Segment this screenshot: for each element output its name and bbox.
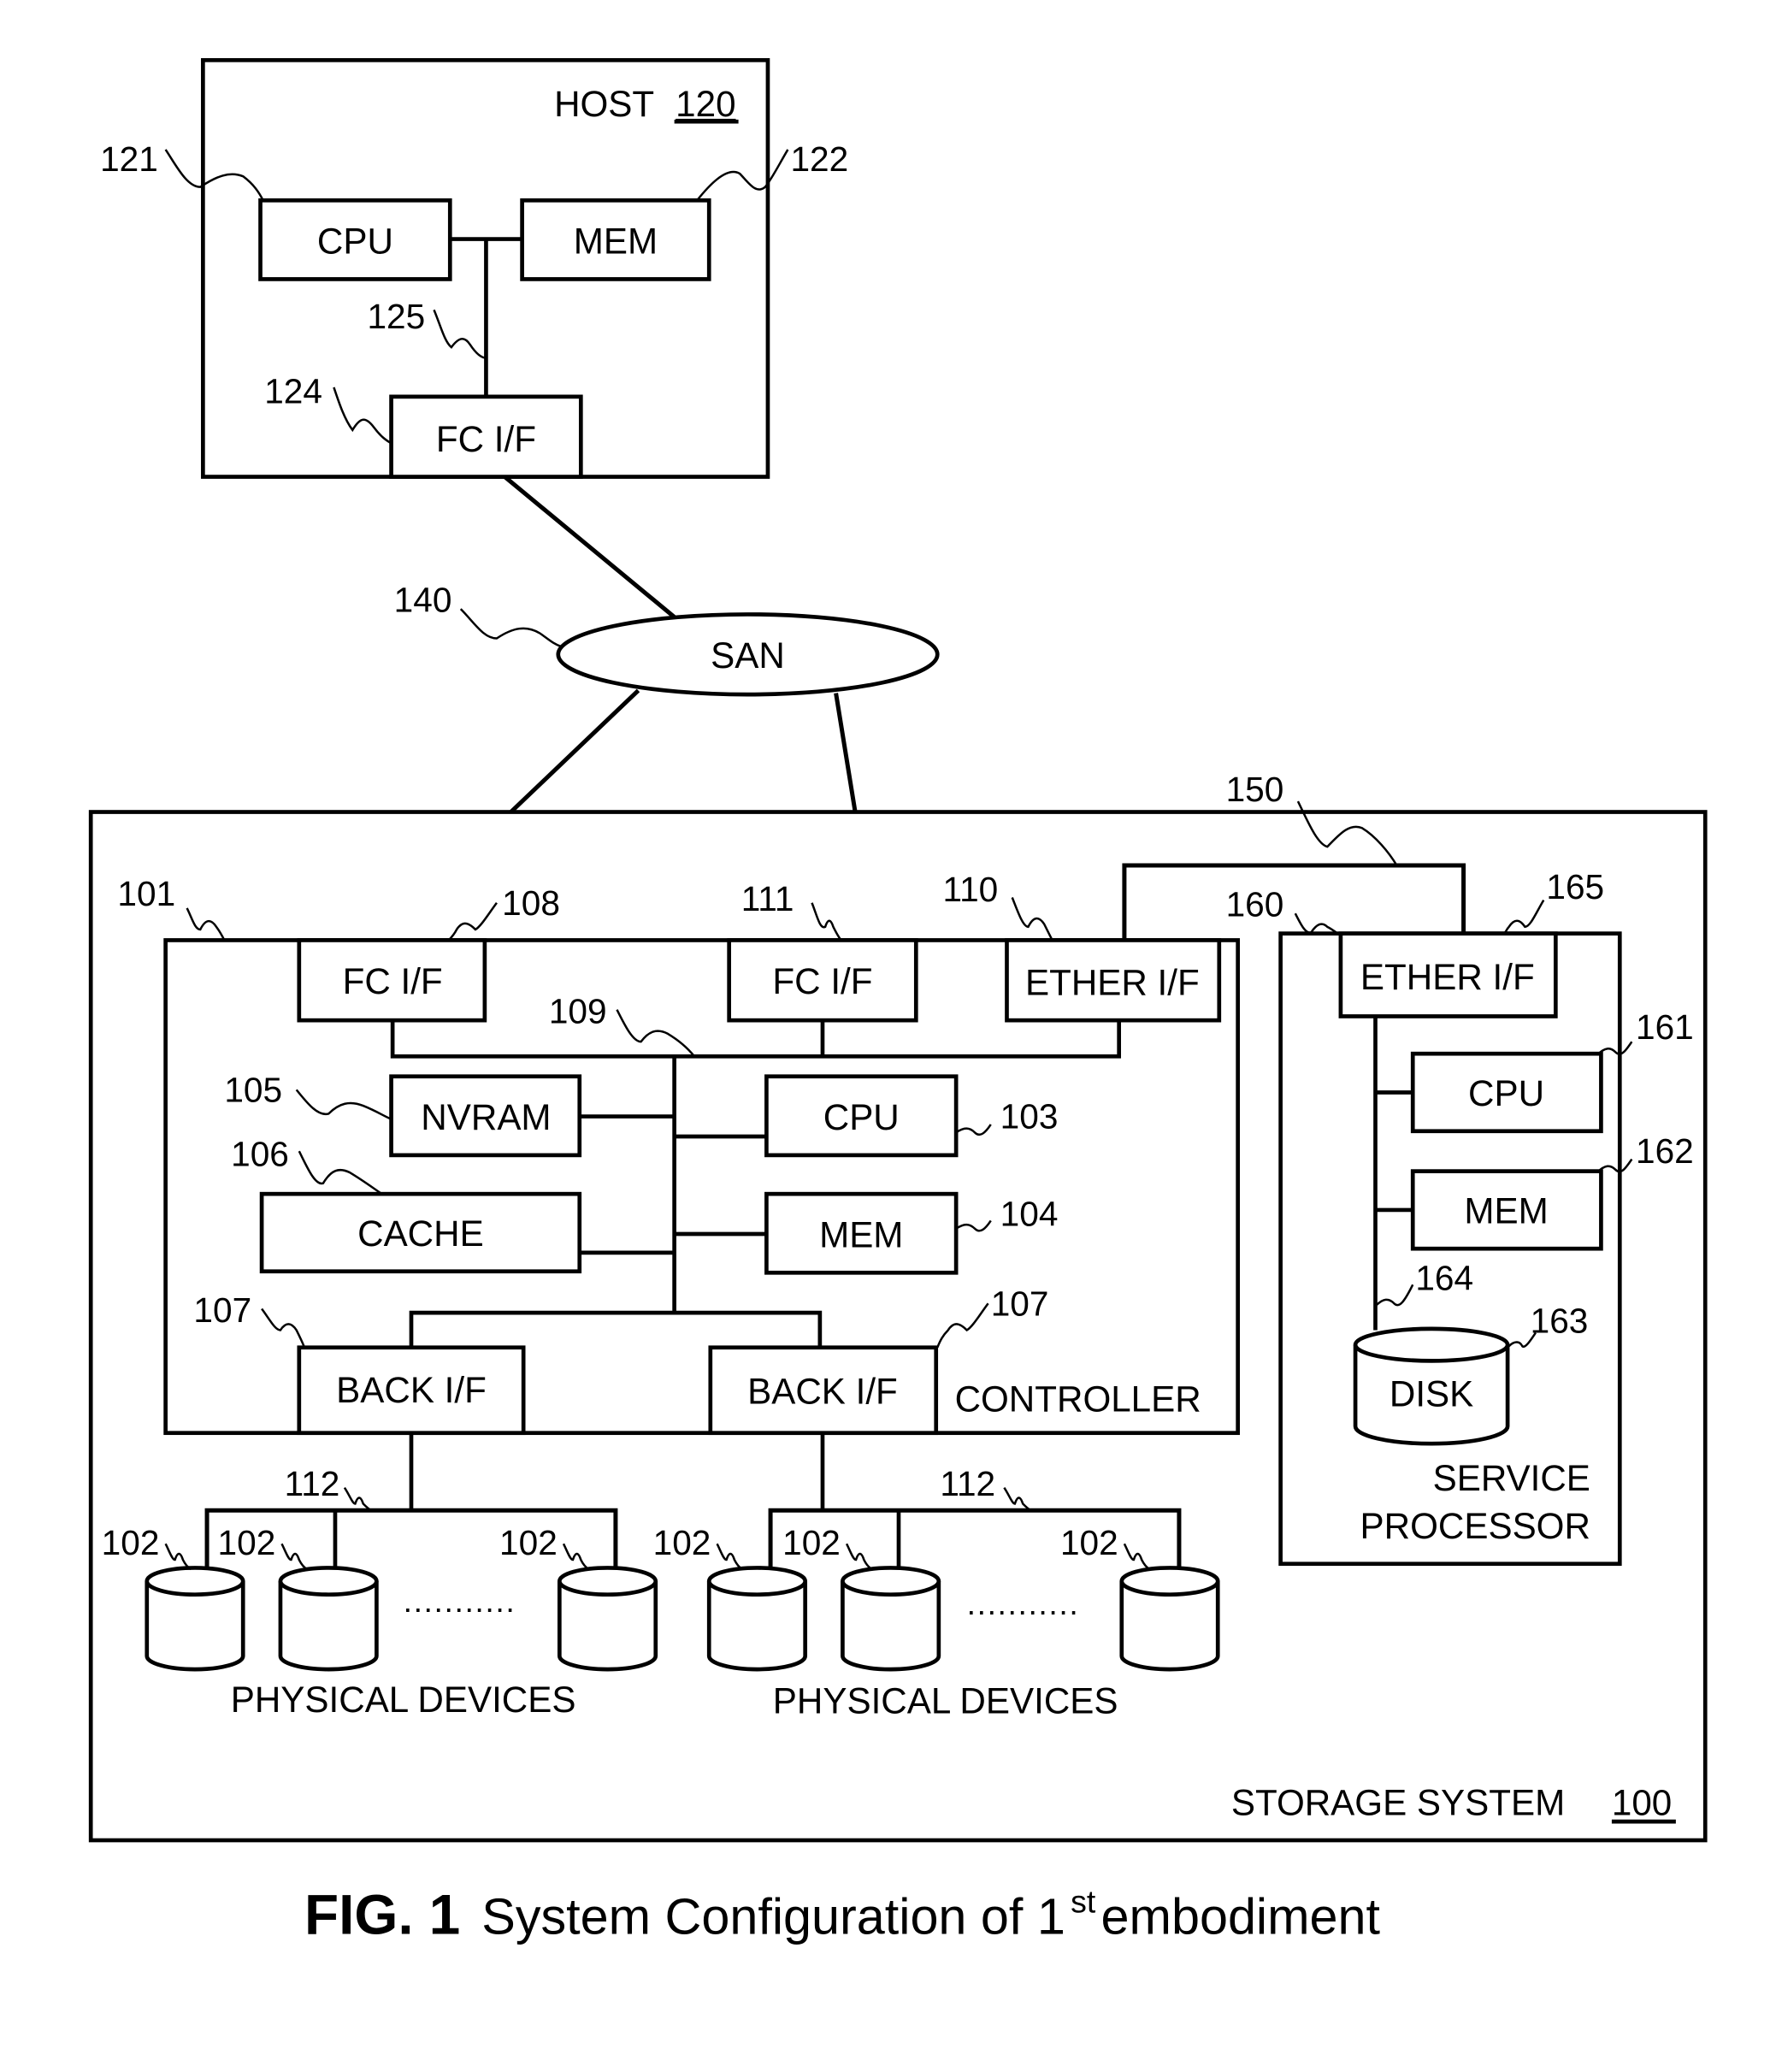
group2-ellipsis: ........... <box>967 1585 1080 1621</box>
physical-device-ref: 102 <box>782 1523 841 1562</box>
san-label: SAN <box>711 635 785 676</box>
ref-108: 108 <box>502 883 560 923</box>
ref-140: 140 <box>394 580 452 619</box>
controller-back-if-1-label: BACK I/F <box>336 1370 487 1410</box>
svg-text:FIG. 1 System Configurat: FIG. 1 System Configuration of 1 st embo… <box>304 1883 1380 1945</box>
controller-fc-if-111-label: FC I/F <box>772 961 872 1001</box>
ref-111: 111 <box>741 879 794 918</box>
group1-ellipsis: ........... <box>404 1583 516 1619</box>
physical-device-ref: 102 <box>1060 1523 1118 1562</box>
ref-124: 124 <box>264 372 322 411</box>
sp-ether-if-label: ETHER I/F <box>1360 957 1535 997</box>
caption-fig-number: FIG. 1 <box>304 1883 460 1945</box>
controller-nvram-label: NVRAM <box>421 1097 551 1137</box>
physical-device-ref: 102 <box>499 1523 558 1562</box>
service-processor-label-line2: PROCESSOR <box>1360 1506 1590 1546</box>
ref-106: 106 <box>231 1134 289 1173</box>
host-mem-label: MEM <box>574 221 658 262</box>
system-configuration-diagram: HOST 120 CPU MEM FC I/F 121 122 125 124 … <box>88 57 1708 1945</box>
controller-mem-label: MEM <box>819 1215 903 1255</box>
physical-device-icon <box>706 1566 808 1672</box>
controller-fc-if-108-label: FC I/F <box>343 961 443 1001</box>
group1-label: PHYSICAL DEVICES <box>231 1679 576 1720</box>
caption-text: System Configuration of 1 <box>481 1887 1065 1945</box>
sp-cpu-label: CPU <box>1468 1073 1544 1113</box>
physical-device-icon <box>145 1566 245 1672</box>
host-fc-if-label: FC I/F <box>436 419 536 459</box>
storage-title: STORAGE SYSTEM <box>1231 1782 1565 1822</box>
ref-109: 109 <box>549 991 607 1030</box>
ref-160: 160 <box>1226 884 1284 924</box>
ref-162: 162 <box>1636 1131 1694 1171</box>
san-cloud: SAN 140 <box>394 580 940 697</box>
ref-161: 161 <box>1636 1007 1694 1047</box>
ref-164: 164 <box>1415 1259 1473 1298</box>
controller-ether-if-label: ETHER I/F <box>1025 962 1200 1002</box>
ref-107-left: 107 <box>193 1290 251 1330</box>
ref-125: 125 <box>367 297 425 336</box>
ref-122: 122 <box>790 139 848 179</box>
figure-caption: FIG. 1 System Configuration of 1 st embo… <box>304 1883 1380 1945</box>
leader-140 <box>459 608 562 648</box>
group1-bus-ref: 112 <box>285 1464 340 1503</box>
caption-text-end: embodiment <box>1101 1887 1381 1945</box>
sp-mem-label: MEM <box>1464 1191 1548 1231</box>
host-box: HOST 120 CPU MEM FC I/F 121 122 125 124 <box>100 57 848 479</box>
ref-150: 150 <box>1226 770 1284 809</box>
physical-device-ref: 102 <box>102 1523 160 1562</box>
controller-box: CONTROLLER 101 FC I/F 108 FC I/F 111 ETH… <box>117 870 1240 1436</box>
group2-label: PHYSICAL DEVICES <box>773 1681 1118 1721</box>
ref-107-right: 107 <box>991 1284 1049 1323</box>
controller-cache-label: CACHE <box>357 1213 484 1254</box>
sp-disk-label: DISK <box>1390 1373 1473 1414</box>
ref-105: 105 <box>224 1070 282 1109</box>
physical-device-ref: 102 <box>653 1523 711 1562</box>
physical-device-icon <box>1119 1566 1220 1672</box>
group2-bus-ref: 112 <box>940 1464 995 1503</box>
ref-104: 104 <box>1000 1195 1059 1234</box>
physical-device-icon <box>557 1566 658 1672</box>
controller-back-if-2-label: BACK I/F <box>747 1371 898 1411</box>
ref-121: 121 <box>100 139 158 179</box>
service-processor-label-line1: SERVICE <box>1433 1458 1590 1498</box>
physical-device-ref: 102 <box>218 1523 276 1562</box>
controller-cpu-label: CPU <box>823 1097 900 1137</box>
controller-label: CONTROLLER <box>955 1379 1201 1420</box>
ref-165: 165 <box>1546 867 1604 906</box>
host-number: 120 <box>676 84 735 124</box>
caption-superscript: st <box>1071 1883 1096 1919</box>
ref-103: 103 <box>1000 1097 1059 1136</box>
storage-number: 100 <box>1612 1782 1672 1822</box>
ref-110: 110 <box>943 870 999 909</box>
ref-101: 101 <box>117 874 175 913</box>
host-san-link <box>503 475 676 619</box>
physical-device-icon <box>278 1566 379 1672</box>
host-cpu-label: CPU <box>317 221 393 262</box>
physical-device-icon <box>841 1566 941 1672</box>
ref-163: 163 <box>1531 1302 1589 1341</box>
host-title: HOST <box>554 84 654 124</box>
